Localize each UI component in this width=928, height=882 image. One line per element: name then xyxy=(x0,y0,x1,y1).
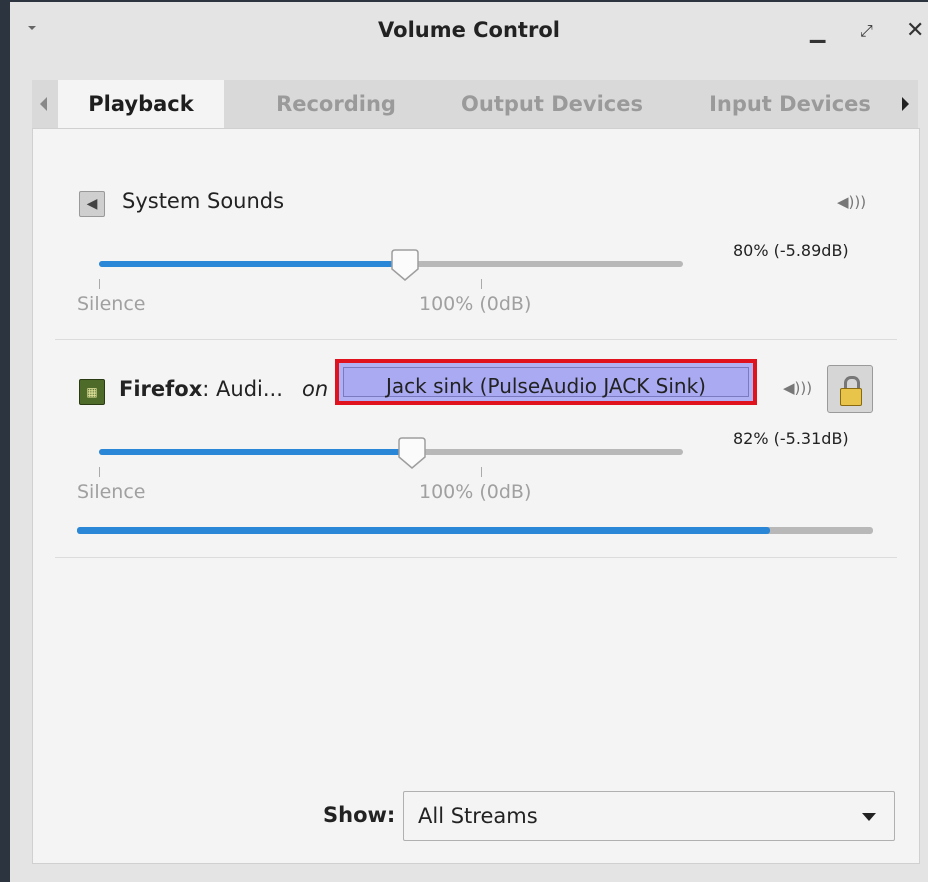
tab-recording[interactable]: Recording xyxy=(248,80,424,128)
stream-name-firefox: Firefox: Audi... xyxy=(119,377,283,401)
output-device-label: Jack sink (PulseAudio JACK Sink) xyxy=(343,367,749,398)
maximize-button[interactable]: ⤢ xyxy=(860,16,873,46)
show-filter-label: Show: xyxy=(323,803,396,827)
peak-level-fill xyxy=(77,527,770,534)
tick-100-percent xyxy=(481,467,482,477)
stream-separator xyxy=(55,339,897,340)
peak-level-meter xyxy=(77,527,873,534)
stream-name-system-sounds: System Sounds xyxy=(122,189,285,213)
tick-silence xyxy=(99,279,100,289)
tick-silence xyxy=(99,467,100,477)
mark-silence: Silence xyxy=(77,293,146,315)
tab-output-devices[interactable]: Output Devices xyxy=(444,80,660,128)
volume-slider-handle[interactable] xyxy=(394,435,430,471)
chevron-down-icon xyxy=(862,813,876,821)
volume-slider-fill xyxy=(99,449,413,455)
mark-100-percent: 100% (0dB) xyxy=(419,481,532,503)
mark-100-percent: 100% (0dB) xyxy=(419,293,532,315)
tab-input-devices[interactable]: Input Devices xyxy=(688,80,892,128)
playback-panel: ◀ System Sounds ◀))) 80% (-5.89dB) Silen… xyxy=(32,128,920,864)
volume-label-firefox: 82% (-5.31dB) xyxy=(733,429,849,448)
volume-slider-handle[interactable] xyxy=(387,247,423,283)
lock-icon xyxy=(840,388,862,406)
minimize-button[interactable]: ▁ xyxy=(810,16,825,46)
mute-toggle-firefox[interactable]: ◀))) xyxy=(783,379,812,397)
arrow-right-icon xyxy=(902,97,909,111)
tab-scroll-right-button[interactable] xyxy=(892,80,918,128)
show-filter-value: All Streams xyxy=(418,804,538,828)
close-button[interactable]: ✕ xyxy=(906,16,924,46)
title-bar: Volume Control ▁ ⤢ ✕ xyxy=(10,2,928,62)
tick-100-percent xyxy=(481,279,482,289)
volume-label-system-sounds: 80% (-5.89dB) xyxy=(733,241,849,260)
lock-channels-button[interactable] xyxy=(827,365,873,413)
tab-scroll-left-button[interactable] xyxy=(32,80,58,128)
output-device-button[interactable]: Jack sink (PulseAudio JACK Sink) xyxy=(335,359,757,405)
mark-silence: Silence xyxy=(77,481,146,503)
mute-toggle-system-sounds[interactable]: ◀))) xyxy=(837,193,866,211)
app-name: Firefox xyxy=(119,377,203,401)
show-filter-dropdown[interactable]: All Streams xyxy=(403,791,895,841)
tab-playback[interactable]: Playback xyxy=(58,80,224,128)
volume-slider-fill xyxy=(99,261,405,267)
volume-slider-firefox[interactable] xyxy=(99,449,683,455)
window-title: Volume Control xyxy=(378,18,560,42)
volume-control-window: Volume Control ▁ ⤢ ✕ Playback Recording … xyxy=(10,2,928,882)
audio-card-icon: ▦ xyxy=(79,379,105,405)
arrow-left-icon xyxy=(40,97,47,111)
tab-strip: Playback Recording Output Devices Input … xyxy=(58,80,892,128)
stream-separator xyxy=(55,557,897,558)
speaker-icon: ◀ xyxy=(79,191,105,217)
media-title: : Audi... xyxy=(202,377,283,401)
tab-bar: Playback Recording Output Devices Input … xyxy=(32,80,918,128)
on-connector-label: on xyxy=(302,377,329,401)
